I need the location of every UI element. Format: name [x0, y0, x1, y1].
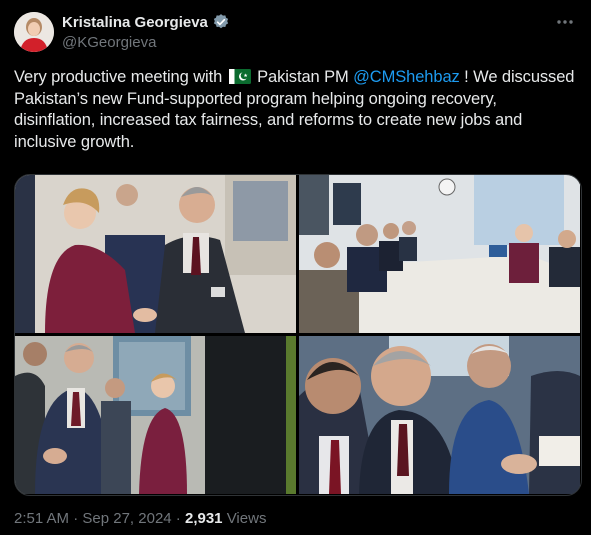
photo-delegation-closeup[interactable]	[299, 336, 580, 494]
views-label: Views	[222, 510, 267, 527]
tweet-meta: 2:51 AM · Sep 27, 2024 · 2,931 Views	[14, 510, 266, 527]
tweet-text-part1: Very productive meeting with	[14, 68, 227, 86]
views-count: 2,931	[184, 510, 223, 527]
tweet-time[interactable]: 2:51 AM	[14, 510, 69, 527]
pakistan-flag-emoji-icon	[228, 69, 251, 84]
mention-link[interactable]: @CMShehbaz	[353, 68, 460, 86]
meta-separator: ·	[69, 510, 83, 527]
more-options-icon[interactable]	[555, 12, 575, 32]
media-grid	[14, 174, 582, 496]
photo-greeting[interactable]	[15, 336, 296, 494]
photo-handshake[interactable]	[15, 175, 296, 333]
verified-badge-icon	[212, 13, 230, 31]
author-display-name[interactable]: Kristalina Georgieva	[62, 14, 208, 31]
meta-separator: ·	[171, 510, 185, 527]
author-name-row[interactable]: Kristalina Georgieva	[62, 13, 230, 31]
author-handle[interactable]: @KGeorgieva	[62, 34, 156, 51]
tweet-date[interactable]: Sep 27, 2024	[82, 510, 171, 527]
tweet-text: Very productive meeting with Pakistan PM…	[14, 67, 580, 153]
profile-avatar[interactable]	[14, 12, 54, 52]
photo-meeting-table[interactable]	[299, 175, 580, 333]
tweet-text-part2: Pakistan PM	[252, 68, 354, 86]
